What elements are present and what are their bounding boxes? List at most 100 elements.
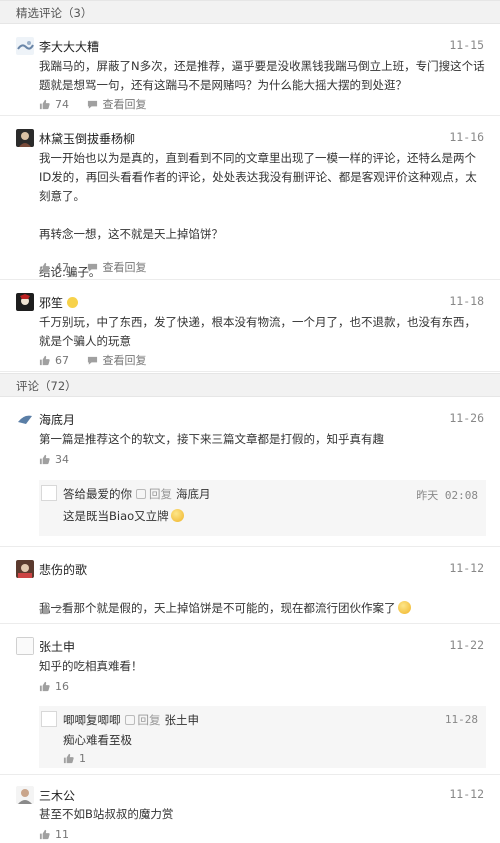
reply-username[interactable]: 唧唧复唧唧 bbox=[63, 713, 121, 727]
avatar[interactable] bbox=[41, 485, 57, 501]
comment-date: 11-18 bbox=[449, 294, 484, 308]
comment-item: 邪笙 11-18 千万别玩，中了东西，发了快递，根本没有物流，一个月了，也不退款… bbox=[0, 280, 500, 372]
avatar[interactable] bbox=[16, 410, 34, 428]
reply-arrow-icon bbox=[124, 715, 135, 725]
comment-text: 我一看那个就是假的，天上掉馅饼是不可能的，现在都流行团伙作案了 bbox=[39, 601, 396, 615]
comment-date: 11-12 bbox=[449, 561, 484, 575]
comment-text: 知乎的吃相真难看！ bbox=[39, 659, 143, 673]
view-replies-button[interactable]: 查看回复 bbox=[87, 259, 147, 275]
comment-item: 张土申 11-22 知乎的吃相真难看！ 16 唧唧复唧唧 回复 张土申 11-28 … bbox=[0, 624, 500, 775]
like-button[interactable]: 16 bbox=[39, 680, 69, 693]
comment-actions: 67 查看回复 bbox=[39, 352, 161, 369]
view-replies-label: 查看回复 bbox=[102, 261, 147, 274]
reply-text-wrap: 这是既当Biao又立牌 bbox=[63, 508, 184, 524]
comment-actions: 11 bbox=[39, 828, 83, 843]
avatar[interactable] bbox=[16, 786, 34, 804]
thumbs-up-icon bbox=[39, 454, 50, 465]
view-replies-button[interactable]: 查看回复 bbox=[87, 352, 147, 368]
username[interactable]: 邪笙 bbox=[39, 294, 79, 311]
comment-actions: 16 bbox=[39, 680, 83, 695]
reply-username[interactable]: 答给最爱的你 bbox=[63, 487, 132, 501]
like-count: 67 bbox=[55, 353, 69, 367]
comment-actions: 74 查看回复 bbox=[39, 96, 161, 113]
reply-item: 答给最爱的你 回复 海底月 昨天 02:08 这是既当Biao又立牌 bbox=[39, 480, 486, 536]
comment-date: 11-12 bbox=[449, 787, 484, 801]
comment-item: 海底月 11-26 第一篇是推荐这个的软文，接下来三篇文章都是打假的，知乎真有趣… bbox=[0, 397, 500, 547]
thumbs-up-icon bbox=[39, 829, 50, 840]
username-text: 邪笙 bbox=[39, 296, 64, 310]
like-count: 21 bbox=[55, 603, 69, 616]
like-count: 11 bbox=[55, 828, 69, 841]
like-count: 16 bbox=[55, 680, 69, 693]
thumbs-up-icon bbox=[39, 604, 50, 615]
view-replies-button[interactable]: 查看回复 bbox=[87, 96, 147, 112]
comment-text: 我踹马的，屏蔽了N多次，还是推荐，逼乎要是没收黑钱我踹马倒立上班，专门搜这个话题… bbox=[39, 59, 485, 92]
reply-date: 11-28 bbox=[444, 713, 478, 726]
comment-date: 11-22 bbox=[449, 638, 484, 652]
like-button[interactable]: 47 bbox=[39, 261, 69, 274]
reply-word: 回复 bbox=[137, 713, 161, 727]
avatar[interactable] bbox=[16, 37, 34, 55]
username[interactable]: 张土申 bbox=[39, 638, 75, 655]
like-button[interactable]: 34 bbox=[39, 453, 69, 466]
chat-bubble-icon bbox=[87, 356, 97, 365]
chat-bubble-icon bbox=[87, 263, 97, 272]
comment-item: 林黛玉倒拔垂杨柳 11-16 我一开始也以为是真的，直到看到不同的文章里出现了一… bbox=[0, 116, 500, 280]
avatar[interactable] bbox=[41, 711, 57, 727]
thumbs-up-icon bbox=[39, 355, 50, 365]
comment-actions: 21 bbox=[39, 603, 83, 618]
like-count: 47 bbox=[55, 260, 69, 274]
avatar[interactable] bbox=[16, 637, 34, 655]
thinking-face-icon bbox=[170, 509, 184, 522]
thumbs-up-icon bbox=[39, 99, 50, 109]
comment-date: 11-16 bbox=[449, 130, 484, 144]
username[interactable]: 三木公 bbox=[39, 787, 75, 804]
like-count: 1 bbox=[79, 752, 86, 765]
chat-bubble-icon bbox=[87, 100, 97, 109]
comment-text: 千万别玩，中了东西，发了快递，根本没有物流，一个月了，也不退款，也没有东西，就是… bbox=[39, 315, 476, 348]
comment-actions: 34 bbox=[39, 453, 83, 468]
reply-header: 唧唧复唧唧 回复 张土申 bbox=[63, 712, 199, 728]
username[interactable]: 悲伤的歌 bbox=[39, 561, 87, 578]
comment-item: 李大大大糟 11-15 我踹马的，屏蔽了N多次，还是推荐，逼乎要是没收黑钱我踹马… bbox=[0, 24, 500, 116]
like-button[interactable]: 21 bbox=[39, 603, 69, 616]
avatar[interactable] bbox=[16, 560, 34, 578]
comment-text-wrap: 我一看那个就是假的，天上掉馅饼是不可能的，现在都流行团伙作案了 bbox=[39, 580, 486, 618]
comment-date: 11-26 bbox=[449, 411, 484, 425]
view-replies-label: 查看回复 bbox=[102, 98, 147, 111]
thumbs-up-icon bbox=[39, 262, 50, 272]
comment-item: 三木公 11-12 甚至不如B站叔叔的魔力赏 11 bbox=[0, 775, 500, 842]
like-button[interactable]: 74 bbox=[39, 98, 69, 111]
avatar[interactable] bbox=[16, 293, 34, 311]
featured-comments-header: 精选评论（3） bbox=[0, 0, 500, 24]
comment-text: 第一篇是推荐这个的软文，接下来三篇文章都是打假的，知乎真有趣 bbox=[39, 432, 384, 446]
thumbs-up-icon bbox=[63, 753, 74, 764]
username[interactable]: 李大大大糟 bbox=[39, 38, 99, 55]
reply-header: 答给最爱的你 回复 海底月 bbox=[63, 486, 211, 502]
avatar[interactable] bbox=[16, 129, 34, 147]
like-button[interactable]: 11 bbox=[39, 828, 69, 841]
all-comments-header: 评论（72） bbox=[0, 373, 500, 397]
reply-text: 痴心难看至极 bbox=[63, 733, 132, 747]
comment-text: 甚至不如B站叔叔的魔力赏 bbox=[39, 807, 174, 821]
username[interactable]: 林黛玉倒拔垂杨柳 bbox=[39, 130, 135, 147]
reply-target-username[interactable]: 张土申 bbox=[165, 713, 200, 727]
like-count: 74 bbox=[55, 97, 69, 111]
thumbs-up-icon bbox=[39, 681, 50, 692]
view-replies-label: 查看回复 bbox=[102, 354, 147, 367]
emoji-icon bbox=[67, 297, 79, 308]
reply-item: 唧唧复唧唧 回复 张土申 11-28 痴心难看至极 1 bbox=[39, 706, 486, 768]
thinking-face-icon bbox=[397, 601, 411, 614]
reply-text: 这是既当Biao又立牌 bbox=[63, 509, 169, 523]
username[interactable]: 海底月 bbox=[39, 411, 75, 428]
comment-date: 11-15 bbox=[449, 38, 484, 52]
comment-actions: 47 查看回复 bbox=[39, 259, 161, 276]
like-button[interactable]: 1 bbox=[63, 752, 86, 765]
reply-date: 昨天 02:08 bbox=[416, 489, 478, 502]
reply-word: 回复 bbox=[149, 487, 172, 501]
like-button[interactable]: 67 bbox=[39, 354, 69, 367]
reply-arrow-icon bbox=[136, 489, 146, 499]
reply-target-username[interactable]: 海底月 bbox=[176, 487, 211, 501]
like-count: 34 bbox=[55, 453, 69, 466]
comment-item: 悲伤的歌 11-12 我一看那个就是假的，天上掉馅饼是不可能的，现在都流行团伙作… bbox=[0, 547, 500, 624]
